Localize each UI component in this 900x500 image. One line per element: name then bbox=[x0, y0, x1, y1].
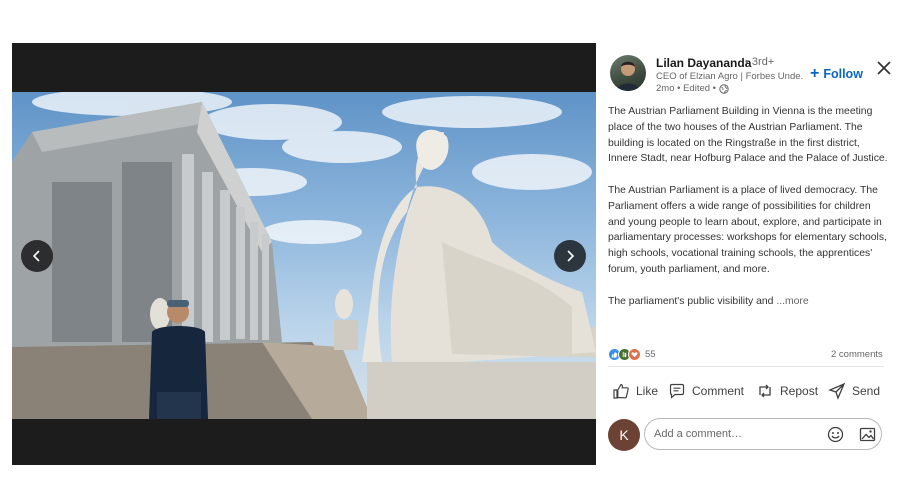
author-name[interactable]: Lilan Dayananda bbox=[656, 56, 751, 70]
reactions-summary[interactable]: 55 bbox=[608, 348, 656, 361]
send-icon bbox=[828, 382, 846, 400]
send-button[interactable]: Send bbox=[828, 378, 880, 404]
send-label: Send bbox=[852, 384, 881, 398]
next-image-button[interactable] bbox=[554, 240, 586, 272]
truncated-text: The parliament's public visibility and bbox=[608, 295, 777, 307]
author-photo bbox=[616, 61, 640, 91]
current-user-avatar[interactable]: K bbox=[608, 419, 640, 451]
follow-label: Follow bbox=[823, 67, 863, 81]
like-icon bbox=[613, 383, 629, 399]
comment-icon bbox=[669, 383, 685, 399]
repost-icon bbox=[759, 384, 771, 398]
post-paragraph-2: The Austrian Parliament is a place of li… bbox=[608, 184, 887, 275]
previous-image-button[interactable] bbox=[21, 240, 53, 272]
close-icon[interactable] bbox=[876, 60, 892, 76]
comment-input[interactable] bbox=[654, 419, 814, 449]
author-headline: CEO of Elzian Agro | Forbes Unde... bbox=[656, 71, 804, 82]
see-more-link[interactable]: ...more bbox=[776, 296, 808, 307]
post-actions-bar: Like Comment Repost Send bbox=[606, 378, 890, 404]
plus-icon: + bbox=[810, 65, 820, 82]
like-button[interactable]: Like bbox=[612, 378, 658, 404]
author-avatar[interactable] bbox=[610, 55, 646, 91]
chevron-right-icon bbox=[567, 250, 575, 262]
post-time-edited: 2mo • Edited • bbox=[656, 83, 716, 94]
comment-button[interactable]: Comment bbox=[668, 378, 744, 404]
repost-label: Repost bbox=[780, 384, 819, 398]
parliament-photo-illustration bbox=[12, 92, 596, 419]
post-paragraph-truncated: The parliament's public visibility and .… bbox=[608, 294, 890, 310]
post-detail-panel: Lilan Dayananda • 3rd+ CEO of Elzian Agr… bbox=[596, 43, 900, 465]
love-reaction-icon bbox=[628, 348, 641, 361]
like-label: Like bbox=[636, 384, 659, 398]
repost-button[interactable]: Repost bbox=[756, 378, 818, 404]
comment-box bbox=[644, 418, 882, 450]
follow-button[interactable]: + Follow bbox=[810, 65, 863, 82]
chevron-left-icon bbox=[32, 250, 40, 262]
media-viewer bbox=[12, 43, 596, 465]
post-photo bbox=[12, 92, 596, 419]
reaction-count: 55 bbox=[645, 349, 656, 360]
comments-count-link[interactable]: 2 comments bbox=[831, 349, 883, 360]
image-icon[interactable] bbox=[859, 426, 876, 443]
comment-label: Comment bbox=[692, 384, 745, 398]
post-paragraph-1: The Austrian Parliament Building in Vien… bbox=[608, 106, 888, 165]
globe-icon bbox=[719, 83, 729, 94]
post-meta: 2mo • Edited • bbox=[656, 83, 729, 94]
post-body: The Austrian Parliament Building in Vien… bbox=[608, 104, 890, 309]
divider bbox=[608, 366, 884, 367]
connection-degree: • 3rd+ bbox=[745, 56, 775, 68]
emoji-icon[interactable] bbox=[827, 426, 844, 443]
